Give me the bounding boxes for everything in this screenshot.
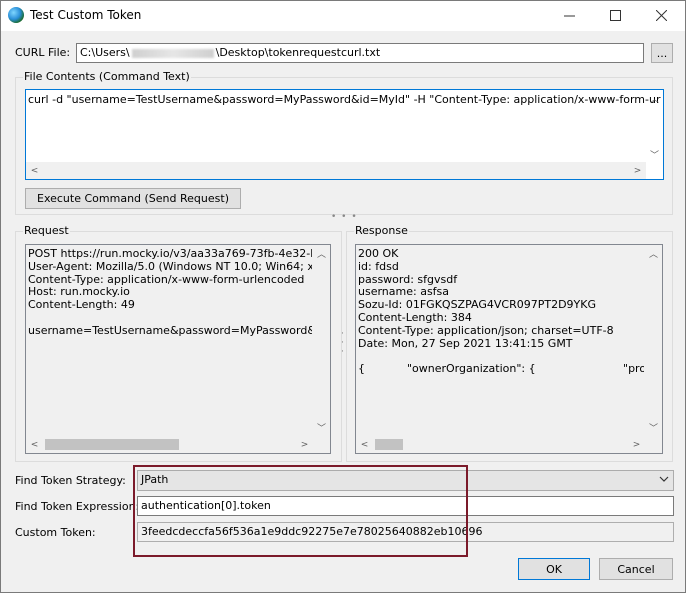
scroll-right-icon[interactable]: > [629,162,646,179]
curl-file-label: CURL File: [15,46,71,59]
scroll-left-icon[interactable]: < [26,162,43,179]
curl-file-path-end: \Desktop\tokenrequestcurl.txt [215,46,381,59]
browse-button[interactable]: ... [651,43,673,63]
minimize-button[interactable] [546,1,592,30]
vertical-splitter-grip[interactable]: · · · [341,330,344,357]
request-scroll-thumb[interactable] [45,439,179,450]
request-text: POST https://run.mocky.io/v3/aa33a769-73… [28,248,312,337]
strategy-value: JPath [141,473,169,486]
scroll-left-icon[interactable]: < [26,436,43,453]
scroll-up-icon[interactable]: ︿ [646,90,663,107]
command-hscrollbar[interactable]: < > [26,162,646,179]
maximize-button[interactable] [592,1,638,30]
scroll-down-icon[interactable]: ﹀ [646,146,663,163]
request-hscrollbar[interactable]: < > [26,436,313,453]
chevron-down-icon [659,476,669,482]
scroll-right-icon[interactable]: > [296,436,313,453]
scroll-corner [645,436,662,453]
response-hscrollbar[interactable]: < > [356,436,645,453]
response-vscrollbar[interactable]: ︿ ﹀ [645,245,662,436]
globe-icon [8,7,24,23]
file-contents-title: File Contents (Command Text) [23,70,191,83]
command-text: curl -d "username=TestUsername&password=… [28,94,661,106]
response-text-area[interactable]: 200 OK id: fdsd password: sfgvsdf userna… [355,244,663,454]
strategy-label: Find Token Strategy: [15,474,126,487]
scroll-up-icon[interactable]: ︿ [313,245,330,262]
scroll-up-icon[interactable]: ︿ [645,245,662,262]
scroll-corner [313,436,330,453]
response-title: Response [354,224,409,237]
request-vscrollbar[interactable]: ︿ ﹀ [313,245,330,436]
expression-value: authentication[0].token [141,499,271,512]
custom-token-label: Custom Token: [15,526,96,539]
request-title: Request [23,224,70,237]
scroll-left-icon[interactable]: < [356,436,373,453]
response-scroll-thumb[interactable] [375,439,403,450]
scroll-down-icon[interactable]: ﹀ [313,419,330,436]
execute-command-button[interactable]: Execute Command (Send Request) [25,188,241,209]
scroll-right-icon[interactable]: > [628,436,645,453]
response-text: 200 OK id: fdsd password: sfgvsdf userna… [358,248,644,376]
redacted-username [131,48,214,58]
curl-file-input[interactable]: C:\Users\ \Desktop\tokenrequestcurl.txt [76,43,644,63]
request-text-area[interactable]: POST https://run.mocky.io/v3/aa33a769-73… [25,244,331,454]
command-text-area[interactable]: curl -d "username=TestUsername&password=… [25,89,664,180]
minimize-icon [563,15,575,17]
scroll-down-icon[interactable]: ﹀ [645,419,662,436]
strategy-dropdown[interactable]: JPath [137,470,674,491]
custom-token-field[interactable]: 3feedcdeccfa56f536a1e9ddc92275e7e7802564… [137,522,674,542]
ok-button[interactable]: OK [518,558,590,580]
maximize-icon [609,10,621,21]
splitter-grip[interactable]: • • • [331,212,358,222]
window-title: Test Custom Token [30,8,142,22]
custom-token-value: 3feedcdeccfa56f536a1e9ddc92275e7e7802564… [141,525,483,538]
close-button[interactable] [638,1,684,30]
expression-label: Find Token Expression: [15,500,140,513]
curl-file-path-start: C:\Users\ [80,46,130,59]
expression-input[interactable]: authentication[0].token [137,496,674,516]
close-icon [655,10,667,21]
cancel-button[interactable]: Cancel [599,558,673,580]
